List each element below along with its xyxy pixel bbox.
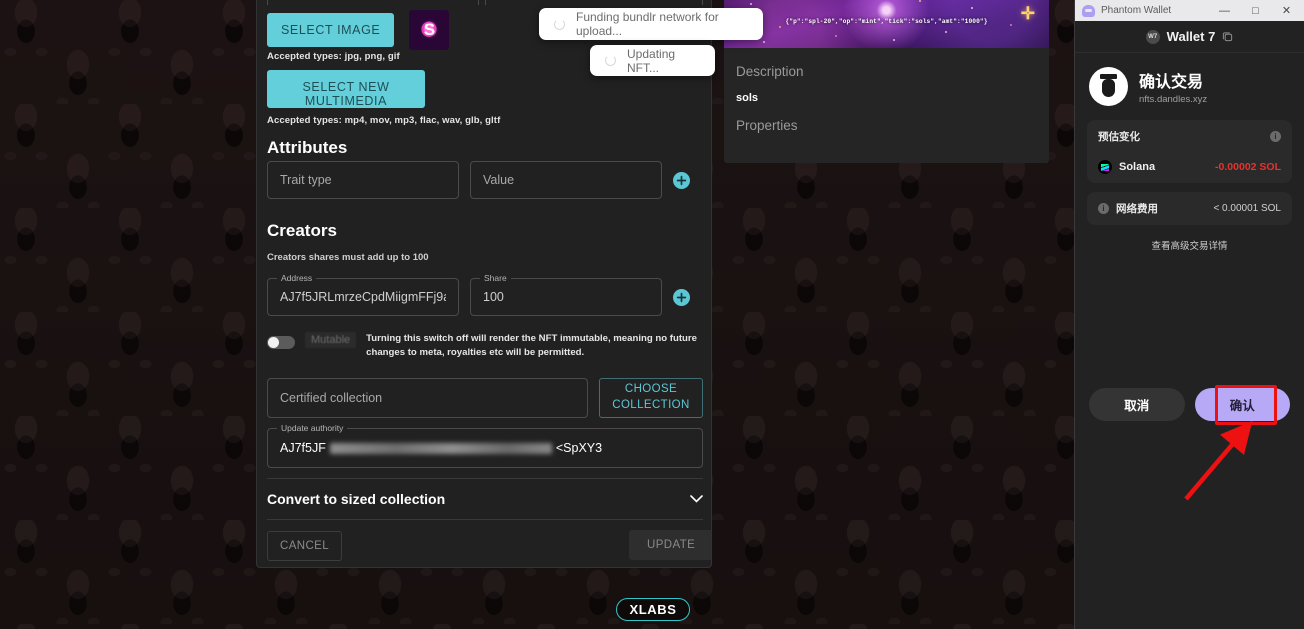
wallet-action-buttons: 取消 确认 [1075, 388, 1304, 421]
creators-share-note: Creators shares must add up to 100 [267, 252, 429, 263]
token-change-row: Solana -0.00002 SOL [1098, 160, 1281, 174]
spinner-icon [605, 55, 616, 66]
select-new-multimedia-button[interactable]: SELECT NEW MULTIMEDIA [267, 70, 425, 108]
site-avatar [1089, 67, 1128, 106]
nft-preview-details: Description sols Properties [724, 48, 1049, 133]
creator-share-input[interactable]: Share 100 [470, 273, 662, 316]
copy-icon[interactable] [1222, 31, 1233, 42]
update-authority-suffix: <SpXY3 [555, 441, 603, 455]
phantom-wallet-window: Phantom Wallet — □ ✕ W7 Wallet 7 确认交易 nf… [1074, 0, 1304, 629]
creator-address-value: AJ7f5JRLmrzeCpdMiigmFFj9aJQs [280, 290, 446, 304]
info-icon[interactable]: i [1098, 203, 1109, 214]
form-field-top-left-partial[interactable] [267, 0, 479, 5]
network-fee-row: i 网络费用 < 0.00001 SOL [1098, 201, 1281, 216]
toast-message: Updating NFT... [627, 46, 676, 75]
token-name: Solana [1119, 161, 1156, 173]
transaction-header-text: 确认交易 nfts.dandles.xyz [1139, 68, 1207, 105]
description-label: Description [736, 64, 804, 79]
mutable-description: Turning this switch off will render the … [366, 333, 697, 358]
nft-artwork: {"p":"spl-20","op":"mint","tick":"sols",… [724, 0, 1049, 48]
minimize-icon[interactable]: — [1209, 0, 1240, 21]
toast-updating-nft: Updating NFT... [590, 45, 715, 76]
token-amount: -0.00002 SOL [1215, 161, 1281, 173]
nft-artwork-plus-glyph: ✛ [1020, 4, 1035, 23]
solana-icon [1098, 160, 1112, 174]
add-attribute-button[interactable] [673, 171, 690, 189]
creator-address-input[interactable]: Address AJ7f5JRLmrzeCpdMiigmFFj9aJQs [267, 273, 459, 316]
certified-collection-input[interactable]: Certified collection [267, 378, 588, 418]
accepted-image-types-label: Accepted types: jpg, png, gif [267, 51, 400, 62]
window-controls: — □ ✕ [1209, 0, 1302, 21]
info-icon[interactable]: i [1270, 131, 1281, 142]
wallet-titlebar: Phantom Wallet — □ ✕ [1075, 0, 1304, 21]
creator-share-legend: Share [480, 273, 511, 283]
attributes-heading: Attributes [267, 138, 348, 157]
wallet-account-name: Wallet 7 [1166, 29, 1216, 44]
toast-funding-bundlr: Funding bundlr network for upload... [539, 8, 763, 40]
choose-collection-line2: COLLECTION [612, 399, 690, 411]
token-identity: Solana [1098, 160, 1155, 174]
xlabs-logo-text: XLABS [629, 602, 677, 617]
estimated-changes-header: 预估变化 i [1098, 129, 1281, 144]
creator-address-legend: Address [277, 273, 317, 283]
update-authority-input[interactable]: Update authority AJ7f5JF <SpXY3 [267, 423, 703, 468]
choose-collection-button[interactable]: CHOOSE COLLECTION [599, 378, 703, 418]
image-upload-row: SELECT IMAGE [267, 10, 450, 50]
network-fee-value: < 0.00001 SOL [1213, 203, 1281, 214]
description-value: sols [736, 92, 759, 104]
estimated-changes-card: 预估变化 i Solana -0.00002 SOL [1087, 120, 1292, 183]
convert-accordion-label: Convert to sized collection [267, 491, 446, 507]
wallet-cancel-button[interactable]: 取消 [1089, 388, 1185, 421]
mutable-switch-row: Mutable Turning this switch off will ren… [267, 332, 697, 360]
phantom-ghost-icon [1082, 4, 1095, 17]
mutable-label: Mutable [305, 332, 357, 348]
update-button: UPDATE [629, 530, 711, 560]
choose-collection-line1: CHOOSE [624, 383, 678, 396]
update-authority-prefix: AJ7f5JF [280, 441, 326, 455]
update-authority-redacted [329, 442, 552, 454]
advanced-transaction-details-link[interactable]: 查看高级交易详情 [1075, 238, 1304, 252]
xlabs-logo: XLABS [616, 598, 690, 621]
wallet-confirm-button[interactable]: 确认 [1194, 388, 1290, 421]
estimated-changes-label: 预估变化 [1098, 131, 1140, 143]
form-field-top-right-partial[interactable] [485, 0, 703, 5]
collection-row: Certified collection CHOOSE COLLECTION [267, 378, 703, 418]
nft-update-form-panel: SELECT IMAGE Accepted types: jpg, png, g… [256, 0, 712, 568]
convert-to-sized-collection-accordion[interactable]: Convert to sized collection [267, 478, 703, 520]
plus-icon [676, 175, 687, 185]
add-creator-button[interactable] [673, 288, 690, 306]
network-fee-card: i 网络费用 < 0.00001 SOL [1087, 192, 1292, 225]
nft-image-thumbnail[interactable] [409, 10, 450, 50]
creators-row: Address AJ7f5JRLmrzeCpdMiigmFFj9aJQs Sha… [267, 273, 703, 316]
transaction-site: nfts.dandles.xyz [1139, 94, 1208, 105]
nft-preview-panel: {"p":"spl-20","op":"mint","tick":"sols",… [724, 0, 1049, 163]
value-input[interactable]: Value [470, 161, 662, 199]
transaction-header: 确认交易 nfts.dandles.xyz [1075, 53, 1304, 116]
network-fee-identity: i 网络费用 [1098, 201, 1158, 216]
creators-heading: Creators [267, 221, 337, 240]
attributes-row: Trait type Value [267, 161, 703, 199]
mutable-toggle[interactable] [267, 336, 295, 349]
avatar: W7 [1145, 29, 1160, 44]
nft-artwork-inscription-text: {"p":"spl-20","op":"mint","tick":"sols",… [785, 18, 988, 25]
close-icon[interactable]: ✕ [1271, 0, 1302, 21]
accepted-multimedia-types-label: Accepted types: mp4, mov, mp3, flac, wav… [267, 115, 501, 126]
wallet-window-title: Phantom Wallet [1101, 5, 1172, 16]
properties-label: Properties [736, 118, 798, 133]
chevron-down-icon [690, 495, 703, 503]
network-fee-label: 网络费用 [1116, 203, 1158, 215]
creator-share-value: 100 [483, 290, 504, 304]
plus-icon [676, 292, 687, 302]
wallet-account-header[interactable]: W7 Wallet 7 [1075, 21, 1304, 53]
trait-type-input[interactable]: Trait type [267, 161, 459, 199]
select-image-button[interactable]: SELECT IMAGE [267, 13, 395, 47]
transaction-title: 确认交易 [1139, 74, 1204, 91]
toast-message: Funding bundlr network for upload... [576, 10, 719, 38]
cancel-button[interactable]: CANCEL [267, 531, 343, 561]
update-authority-legend: Update authority [277, 423, 348, 433]
maximize-icon[interactable]: □ [1240, 0, 1271, 21]
spinner-icon [554, 18, 565, 30]
